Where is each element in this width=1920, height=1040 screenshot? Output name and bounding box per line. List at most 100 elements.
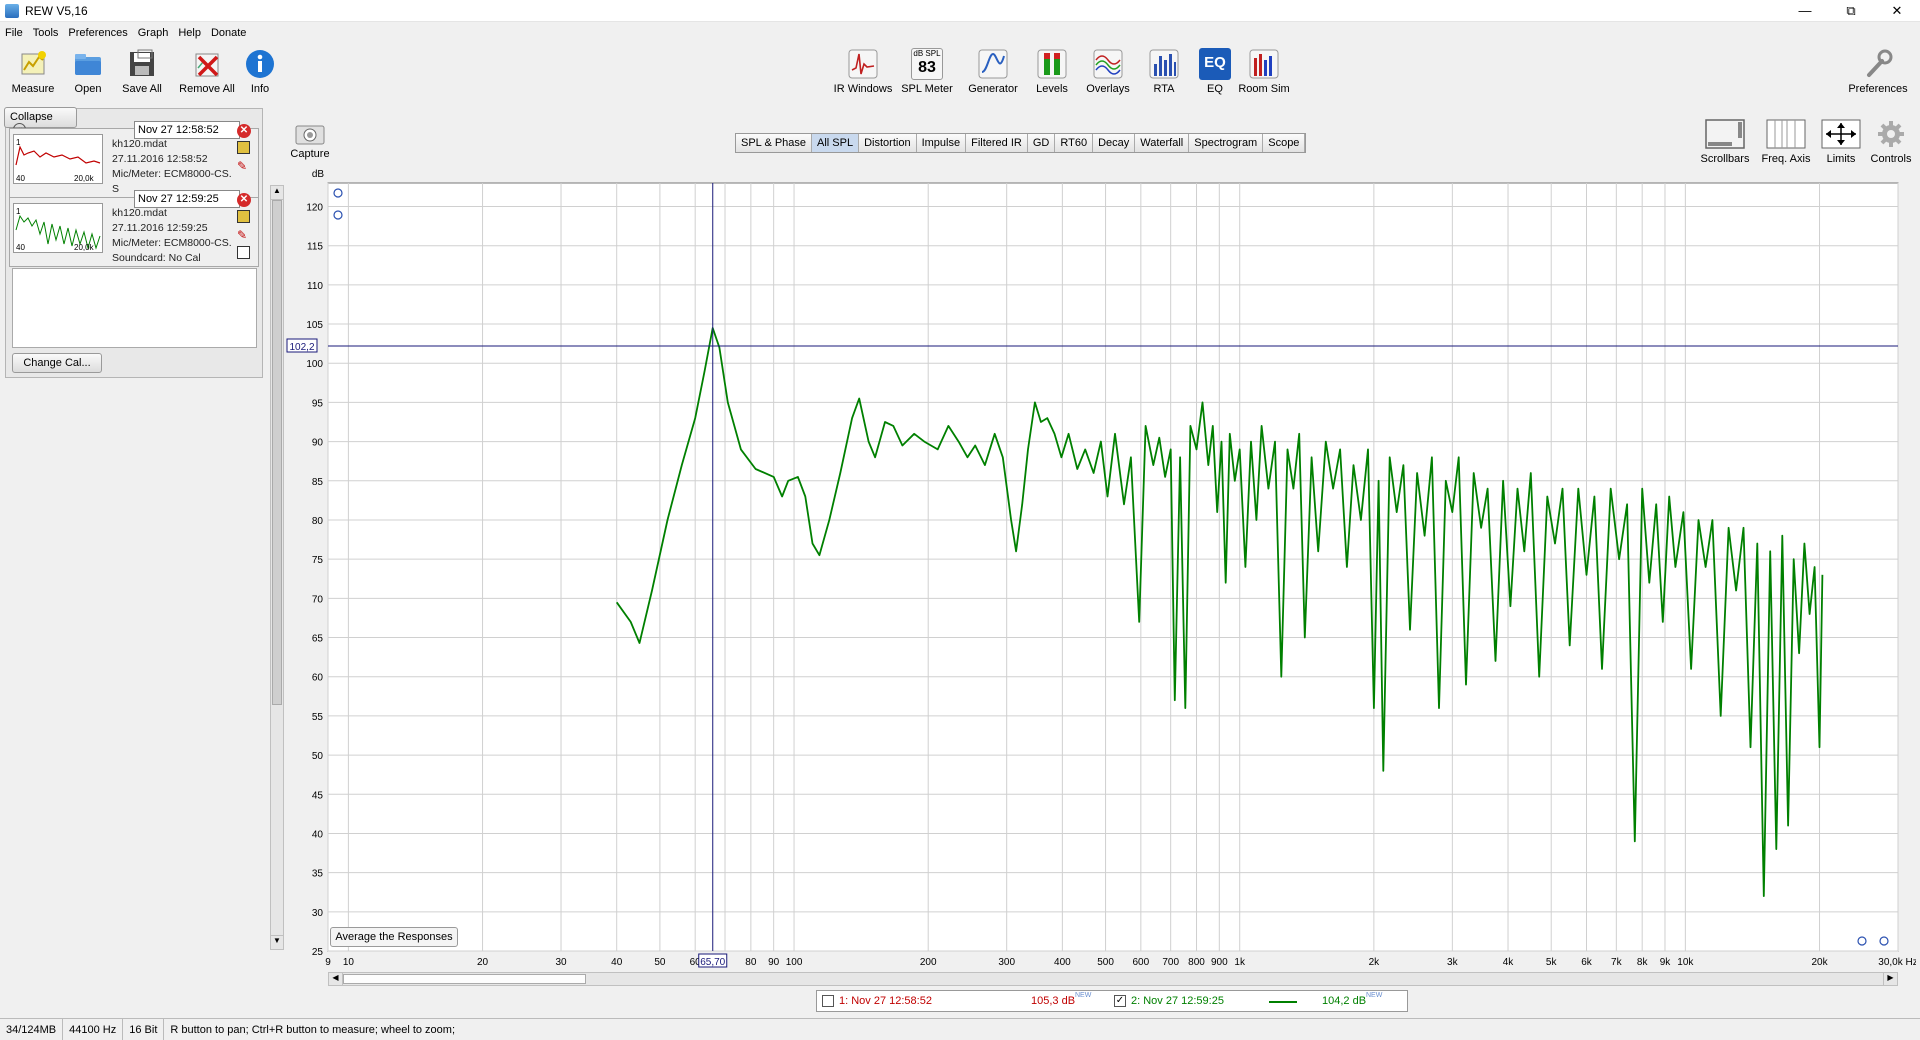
vertical-scroll-thumb[interactable] — [272, 200, 282, 705]
spl-meter-button[interactable]: dB SPL 83 SPL Meter — [895, 48, 959, 95]
change-cal-button[interactable]: Change Cal... — [12, 353, 102, 373]
tab-scope[interactable]: Scope — [1263, 134, 1306, 152]
overlays-button[interactable]: Overlays — [1076, 48, 1140, 95]
notes-icon[interactable] — [237, 210, 250, 223]
close-window-button[interactable]: ✕ — [1874, 0, 1920, 22]
x-tick-label: 80 — [745, 957, 757, 968]
horizontal-scrollbar[interactable]: ◀ ▶ — [328, 972, 1898, 986]
window-title: REW V5,16 — [25, 3, 88, 18]
menu-bar: File Tools Preferences Graph Help Donate — [0, 24, 251, 42]
y-tick-label: 90 — [312, 438, 324, 449]
x-tick-label: 9k — [1660, 957, 1672, 968]
y-tick-label: 60 — [312, 673, 324, 684]
x-tick-label: 50 — [654, 957, 666, 968]
legend-line-2 — [1269, 1001, 1297, 1003]
info-button[interactable]: Info — [228, 48, 292, 95]
y-tick-label: 50 — [312, 751, 324, 762]
status-hint: R button to pan; Ctrl+R button to measur… — [170, 1023, 456, 1036]
average-responses-button[interactable]: Average the Responses — [330, 927, 458, 947]
bit-depth: 16 Bit — [123, 1018, 165, 1040]
pen-icon[interactable]: ✎ — [237, 159, 250, 173]
tab-decay[interactable]: Decay — [1093, 134, 1136, 152]
y-tick-label: 120 — [306, 203, 323, 214]
x-tick-label: 10k — [1677, 957, 1694, 968]
tab-filtered-ir[interactable]: Filtered IR — [966, 134, 1028, 152]
y-tick-label: 45 — [312, 790, 324, 801]
svg-text:1: 1 — [16, 207, 21, 216]
y-tick-label: 105 — [306, 320, 323, 331]
scroll-up-arrow-icon[interactable]: ▲ — [271, 186, 283, 200]
legend-checkbox-2[interactable]: ✓ — [1114, 995, 1126, 1007]
tab-spectrogram[interactable]: Spectrogram — [1189, 134, 1264, 152]
menu-help[interactable]: Help — [173, 27, 206, 39]
x-tick-label: 30 — [555, 957, 567, 968]
svg-text:20,0k: 20,0k — [74, 243, 95, 252]
scroll-down-arrow-icon[interactable]: ▼ — [271, 935, 283, 949]
y-tick-label: 100 — [306, 359, 323, 370]
room-sim-button[interactable]: Room Sim — [1232, 48, 1296, 95]
x-tick-label: 300 — [998, 957, 1015, 968]
x-tick-label: 5k — [1546, 957, 1558, 968]
collapse-button[interactable]: Collapse « — [4, 107, 77, 136]
title-bar: REW V5,16 — ⧉ ✕ — [0, 0, 1920, 22]
minimize-button[interactable]: — — [1782, 0, 1828, 22]
capture-button[interactable]: Capture — [278, 122, 342, 160]
menu-preferences[interactable]: Preferences — [63, 27, 132, 39]
tab-distortion[interactable]: Distortion — [859, 134, 917, 152]
y-tick-label: 30 — [312, 908, 324, 919]
x-tick-label: 40 — [611, 957, 623, 968]
tab-impulse[interactable]: Impulse — [916, 134, 967, 152]
scroll-left-arrow-icon[interactable]: ◀ — [329, 973, 343, 985]
tab-spl-phase[interactable]: SPL & Phase — [736, 134, 813, 152]
menu-file[interactable]: File — [0, 27, 28, 39]
info-icon — [246, 50, 274, 78]
pen-icon[interactable]: ✎ — [237, 228, 250, 242]
status-bar: 34/124MB 44100 Hz 16 Bit R button to pan… — [0, 1018, 1920, 1040]
x-tick-label: 9 — [325, 957, 331, 968]
restore-button[interactable]: ⧉ — [1828, 0, 1874, 22]
preferences-button[interactable]: Preferences — [1845, 48, 1911, 95]
remove-measurement-icon[interactable]: ✕ — [237, 124, 251, 138]
plot-area[interactable] — [327, 182, 1899, 952]
controls-button[interactable]: Controls — [1859, 118, 1920, 165]
tab-waterfall[interactable]: Waterfall — [1135, 134, 1190, 152]
folder-open-icon — [75, 54, 101, 75]
y-axis-unit: dB — [312, 169, 325, 180]
y-tick-label: 80 — [312, 516, 324, 527]
tab-gd[interactable]: GD — [1027, 134, 1056, 152]
legend-label-2: 2: Nov 27 12:59:25 — [1131, 995, 1224, 1007]
tab-all-spl[interactable]: All SPL — [812, 134, 860, 152]
spl-chart[interactable]: 25 30 35 40 45 50 55 60 65 70 75 80 85 90 95 100 105 110 1… — [284, 165, 1916, 973]
ir-windows-button[interactable]: IR Windows — [831, 48, 895, 95]
menu-tools[interactable]: Tools — [28, 27, 64, 39]
measurement-item-2[interactable]: 1 40 20,0k Nov 27 12:59:25 ✕ kh120.mdat … — [9, 190, 259, 267]
svg-text:40: 40 — [16, 174, 25, 183]
spl-meter-icon: dB SPL 83 — [911, 48, 943, 80]
save-icon — [130, 49, 154, 76]
overlays-icon — [1093, 49, 1123, 79]
tab-rt60[interactable]: RT60 — [1055, 134, 1094, 152]
x-tick-label: 6k — [1581, 957, 1593, 968]
levels-button[interactable]: Levels — [1020, 48, 1084, 95]
measurement-notes-area[interactable] — [12, 268, 257, 348]
vertical-scrollbar[interactable]: ▲ ▼ — [270, 185, 284, 950]
remove-measurement-icon[interactable]: ✕ — [237, 193, 251, 207]
notes-icon[interactable] — [237, 141, 250, 154]
generator-button[interactable]: Generator — [961, 48, 1025, 95]
menu-donate[interactable]: Donate — [206, 27, 251, 39]
scroll-right-arrow-icon[interactable]: ▶ — [1883, 973, 1897, 985]
cal-file-icon[interactable] — [237, 246, 250, 259]
horizontal-scroll-thumb[interactable] — [343, 974, 586, 984]
measurement-item-1[interactable]: 1 40 20,0k Nov 27 12:58:52 ✕ kh120.mdat … — [9, 121, 259, 198]
x-tick-label: 10 — [343, 957, 355, 968]
save-all-button[interactable]: Save All — [110, 48, 174, 95]
menu-graph[interactable]: Graph — [133, 27, 174, 39]
freq-axis-icon — [1766, 119, 1806, 149]
y-tick-label: 95 — [312, 398, 324, 409]
wrench-icon — [1867, 49, 1893, 77]
legend-checkbox-1[interactable] — [822, 995, 834, 1007]
camera-icon — [295, 125, 325, 145]
scrollbars-icon — [1705, 119, 1745, 149]
scrollbars-button[interactable]: Scrollbars — [1693, 118, 1757, 165]
x-tick-label: 4k — [1503, 957, 1515, 968]
